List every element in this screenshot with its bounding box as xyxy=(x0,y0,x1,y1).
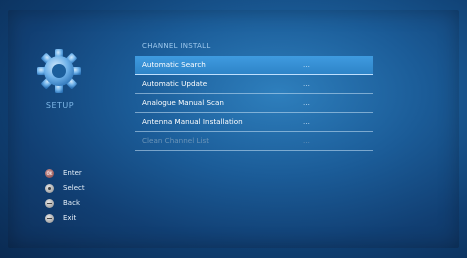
menu-item-value: ... xyxy=(303,98,310,107)
legend-label: Select xyxy=(63,184,85,192)
menu-item-label: Antenna Manual Installation xyxy=(142,117,243,126)
menu-item-analogue-manual-scan[interactable]: Analogue Manual Scan ... xyxy=(135,94,373,113)
channel-install-menu: Automatic Search ... Automatic Update ..… xyxy=(135,56,373,151)
legend-label: Exit xyxy=(63,214,77,222)
menu-item-label: Clean Channel List xyxy=(142,136,210,145)
ok-button-icon: OK xyxy=(45,169,54,178)
menu-item-clean-channel-list: Clean Channel List ... xyxy=(135,132,373,151)
menu-item-value: ... xyxy=(303,117,310,126)
menu-item-value: ... xyxy=(303,136,310,145)
gear-icon xyxy=(37,49,81,93)
legend-label: Back xyxy=(63,199,80,207)
menu-item-label: Analogue Manual Scan xyxy=(142,98,224,107)
exit-button-icon xyxy=(45,214,54,223)
menu-item-antenna-manual-installation[interactable]: Antenna Manual Installation ... xyxy=(135,113,373,132)
menu-item-automatic-update[interactable]: Automatic Update ... xyxy=(135,75,373,94)
select-button-icon xyxy=(45,184,54,193)
setup-label: SETUP xyxy=(45,101,75,110)
menu-item-automatic-search[interactable]: Automatic Search ... xyxy=(135,56,373,75)
legend-label: Enter xyxy=(63,169,82,177)
page-title: CHANNEL INSTALL xyxy=(142,42,211,50)
menu-item-label: Automatic Search xyxy=(142,60,206,69)
menu-item-label: Automatic Update xyxy=(142,79,208,88)
menu-item-value: ... xyxy=(303,60,310,69)
menu-item-value: ... xyxy=(303,79,310,88)
tv-screen: SETUP CHANNEL INSTALL Automatic Search .… xyxy=(0,0,467,258)
back-button-icon xyxy=(45,199,54,208)
